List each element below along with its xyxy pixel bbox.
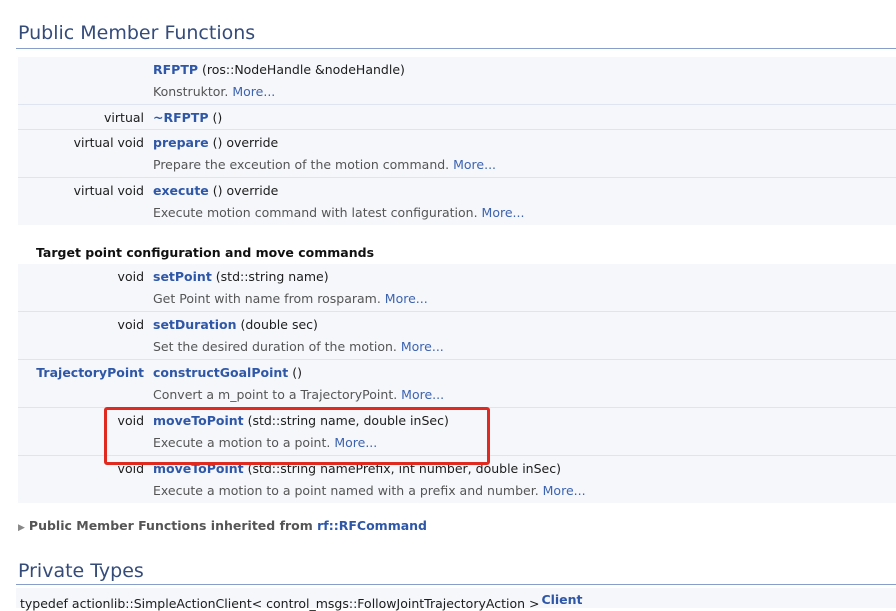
member-link-setduration[interactable]: setDuration — [153, 317, 237, 332]
member-row-setduration: void setDuration (double sec) Set the de… — [18, 312, 896, 360]
more-link[interactable]: More... — [543, 483, 586, 498]
more-link[interactable]: More... — [453, 157, 496, 172]
member-signature: RFPTP (ros::NodeHandle &nodeHandle) — [153, 62, 405, 77]
member-description: Set the desired duration of the motion. … — [153, 339, 444, 354]
more-link[interactable]: More... — [232, 84, 275, 99]
member-signature: constructGoalPoint () — [153, 365, 302, 380]
member-desc-text: Get Point with name from rosparam. — [153, 291, 385, 306]
member-description: Konstruktor. More... — [153, 84, 275, 99]
member-row-constructgoalpoint: TrajectoryPoint constructGoalPoint () Co… — [18, 360, 896, 408]
member-args: () override — [208, 135, 279, 150]
member-row-rfptp: RFPTP (ros::NodeHandle &nodeHandle) Kons… — [18, 57, 896, 105]
member-signature: setPoint (std::string name) — [153, 269, 329, 284]
member-link-prepare[interactable]: prepare — [153, 135, 209, 150]
typedef-link-client[interactable]: Client — [541, 592, 582, 607]
section-divider — [16, 584, 896, 585]
member-type: virtual — [104, 110, 144, 125]
member-args: () — [288, 365, 302, 380]
inherited-label: Public Member Functions inherited from — [28, 518, 318, 533]
member-desc-text: Convert a m_point to a TrajectoryPoint. — [153, 387, 402, 402]
member-description: Execute motion command with latest confi… — [153, 205, 524, 220]
typedef-text: typedef actionlib::SimpleActionClient< c… — [20, 596, 544, 611]
member-type: virtual void — [73, 183, 144, 198]
member-args: (double sec) — [236, 317, 318, 332]
member-type: TrajectoryPoint — [18, 365, 144, 380]
typedef-row-client: typedef actionlib::SimpleActionClient< c… — [16, 588, 896, 611]
more-link[interactable]: More... — [401, 339, 444, 354]
member-description: Prepare the exceution of the motion comm… — [153, 157, 496, 172]
typedef-signature: typedef actionlib::SimpleActionClient< c… — [18, 592, 583, 611]
member-desc-text: Execute a motion to a point named with a… — [153, 483, 543, 498]
private-types-heading: Private Types — [18, 560, 144, 582]
member-args: (std::string name) — [211, 269, 329, 284]
member-link-constructgoalpoint[interactable]: constructGoalPoint — [153, 365, 288, 380]
public-member-functions-heading: Public Member Functions — [18, 22, 256, 44]
member-signature: execute () override — [153, 183, 278, 198]
member-args: () override — [208, 183, 279, 198]
inherited-members-toggle[interactable]: ▶ Public Member Functions inherited from … — [18, 518, 427, 533]
member-signature: ~RFPTP () — [153, 110, 222, 125]
member-args: (ros::NodeHandle &nodeHandle) — [198, 62, 405, 77]
member-type: void — [117, 317, 144, 332]
highlight-box — [104, 407, 490, 465]
member-desc-text: Prepare the exceution of the motion comm… — [153, 157, 454, 172]
member-signature: prepare () override — [153, 135, 278, 150]
more-link[interactable]: More... — [482, 205, 525, 220]
member-description: Convert a m_point to a TrajectoryPoint. … — [153, 387, 444, 402]
member-row-execute: virtual void execute () override Execute… — [18, 178, 896, 225]
member-description: Get Point with name from rosparam. More.… — [153, 291, 428, 306]
member-signature: setDuration (double sec) — [153, 317, 318, 332]
member-link-setpoint[interactable]: setPoint — [153, 269, 212, 284]
member-link-rfptp[interactable]: RFPTP — [153, 62, 198, 77]
member-desc-text: Execute motion command with latest confi… — [153, 205, 482, 220]
member-link-destructor[interactable]: ~RFPTP — [153, 110, 209, 125]
more-link[interactable]: More... — [401, 387, 444, 402]
more-link[interactable]: More... — [385, 291, 428, 306]
type-link-trajectorypoint[interactable]: TrajectoryPoint — [36, 365, 144, 380]
member-group-heading: Target point configuration and move comm… — [36, 245, 375, 260]
member-desc-text: Set the desired duration of the motion. — [153, 339, 401, 354]
section-divider — [16, 48, 896, 49]
inherited-class-link[interactable]: rf::RFCommand — [317, 518, 427, 533]
member-args: () — [208, 110, 223, 125]
member-type: virtual void — [73, 135, 144, 150]
expand-arrow-icon: ▶ — [18, 523, 25, 533]
member-link-execute[interactable]: execute — [153, 183, 209, 198]
member-row-setpoint: void setPoint (std::string name) Get Poi… — [18, 264, 896, 312]
member-type: void — [117, 269, 144, 284]
member-row-destructor: virtual ~RFPTP () — [18, 105, 896, 130]
member-description: Execute a motion to a point named with a… — [153, 483, 586, 498]
member-desc-text: Konstruktor. — [153, 84, 233, 99]
member-row-prepare: virtual void prepare () override Prepare… — [18, 130, 896, 178]
